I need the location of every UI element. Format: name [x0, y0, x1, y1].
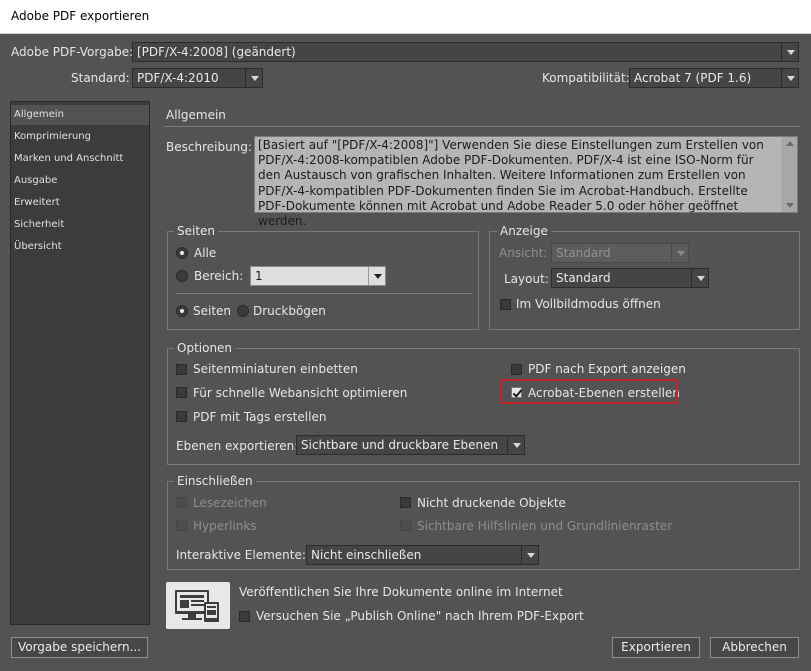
- layout-value: Standard: [556, 271, 611, 285]
- chevron-down-icon: [691, 269, 708, 287]
- chevron-down-icon: [245, 69, 262, 87]
- radio-page-range[interactable]: [176, 270, 188, 282]
- view-value: Standard: [556, 246, 611, 260]
- standard-select[interactable]: PDF/X-4:2010: [132, 68, 263, 88]
- description-box[interactable]: [Basiert auf "[PDF/X-4:2008]"] Verwenden…: [254, 136, 798, 228]
- publish-online-label: Versuchen Sie „Publish Online" nach Ihre…: [256, 609, 584, 623]
- guides-checkbox[interactable]: [400, 520, 411, 531]
- radio-all-pages[interactable]: [176, 247, 188, 259]
- range-input[interactable]: 1: [250, 266, 386, 286]
- options-group-title: Optionen: [174, 341, 236, 355]
- bookmarks-label: Lesezeichen: [193, 496, 267, 510]
- spreads-label: Druckbögen: [253, 304, 326, 318]
- sidebar-item-erweitert[interactable]: Erweitert: [11, 193, 149, 213]
- interactive-value: Nicht einschließen: [311, 548, 422, 562]
- standard-label: Standard:: [71, 71, 130, 85]
- bookmarks-checkbox[interactable]: [176, 497, 187, 508]
- chevron-down-icon: [507, 436, 524, 454]
- description-label: Beschreibung:: [166, 140, 252, 154]
- pages-group-title: Seiten: [174, 224, 219, 238]
- preset-value: [PDF/X-4:2008] (geändert): [137, 45, 296, 59]
- layout-select[interactable]: Standard: [551, 268, 709, 288]
- interactive-select[interactable]: Nicht einschließen: [306, 545, 539, 565]
- view-after-export-checkbox[interactable]: [511, 364, 522, 375]
- description-scrollbar[interactable]: [782, 137, 797, 212]
- fastweb-checkbox[interactable]: [176, 387, 187, 398]
- section-title: Allgemein: [166, 108, 226, 122]
- fastweb-label: Für schnelle Webansicht optimieren: [193, 386, 408, 400]
- guides-label: Sichtbare Hilfslinien und Grundlinienras…: [417, 519, 673, 533]
- fullscreen-label: Im Vollbildmodus öffnen: [516, 297, 661, 311]
- standard-value: PDF/X-4:2010: [137, 71, 219, 85]
- scroll-up-icon: [786, 141, 794, 146]
- chevron-down-icon: [521, 546, 538, 564]
- compat-value: Acrobat 7 (PDF 1.6): [634, 71, 752, 85]
- nonprinting-label: Nicht druckende Objekte: [417, 496, 566, 510]
- publish-online-checkbox[interactable]: [239, 611, 250, 622]
- pages-divider: [176, 293, 473, 294]
- export-button[interactable]: Exportieren: [612, 637, 700, 658]
- window-title: Adobe PDF exportieren: [11, 9, 150, 23]
- fullscreen-checkbox[interactable]: [500, 299, 511, 310]
- sidebar-item-sicherheit[interactable]: Sicherheit: [11, 215, 149, 235]
- export-layers-select[interactable]: Sichtbare und druckbare Ebenen: [296, 435, 525, 455]
- preset-select[interactable]: [PDF/X-4:2008] (geändert): [132, 42, 799, 62]
- thumbnails-label: Seitenminiaturen einbetten: [193, 362, 358, 376]
- tagged-pdf-label: PDF mit Tags erstellen: [193, 410, 327, 424]
- save-preset-button[interactable]: Vorgabe speichern...: [11, 637, 148, 658]
- range-value: 1: [255, 269, 263, 283]
- title-bar: Adobe PDF exportieren: [0, 0, 811, 34]
- radio-spreads[interactable]: [237, 305, 249, 317]
- thumbnails-checkbox[interactable]: [176, 364, 187, 375]
- publish-online-icon: [166, 582, 230, 629]
- view-select[interactable]: Standard: [551, 243, 689, 263]
- hyperlinks-label: Hyperlinks: [193, 519, 257, 533]
- chevron-down-icon: [671, 244, 688, 262]
- include-group-title: Einschließen: [174, 474, 256, 488]
- highlight-frame: [500, 379, 678, 404]
- sidebar-item-allgemein[interactable]: Allgemein: [11, 105, 149, 125]
- compat-select[interactable]: Acrobat 7 (PDF 1.6): [629, 68, 799, 88]
- sidebar-item-komprimierung[interactable]: Komprimierung: [11, 127, 149, 147]
- devices-icon: [175, 590, 219, 622]
- pages-label: Seiten: [193, 304, 232, 318]
- chevron-down-icon: [781, 69, 798, 87]
- compat-label: Kompatibilität:: [542, 71, 630, 85]
- sidebar-item-uebersicht[interactable]: Übersicht: [11, 237, 149, 257]
- chevron-down-icon: [368, 267, 385, 285]
- preset-label: Adobe PDF-Vorgabe:: [11, 45, 134, 59]
- scroll-down-icon: [786, 203, 794, 208]
- sidebar-item-marken-und-anschnitt[interactable]: Marken und Anschnitt: [11, 149, 149, 169]
- nonprinting-checkbox[interactable]: [400, 497, 411, 508]
- chevron-down-icon: [781, 43, 798, 61]
- section-divider: [164, 126, 800, 127]
- sidebar: Allgemein Komprimierung Marken und Ansch…: [10, 101, 150, 625]
- view-group-title: Anzeige: [497, 224, 551, 238]
- range-label: Bereich:: [194, 269, 244, 283]
- view-label: Ansicht:: [499, 246, 548, 260]
- sidebar-item-ausgabe[interactable]: Ausgabe: [11, 171, 149, 191]
- radio-pages[interactable]: [176, 305, 188, 317]
- export-layers-label: Ebenen exportieren:: [176, 439, 299, 453]
- hyperlinks-checkbox[interactable]: [176, 520, 187, 531]
- publish-headline: Veröffentlichen Sie Ihre Dokumente onlin…: [239, 585, 563, 599]
- view-after-export-label: PDF nach Export anzeigen: [528, 362, 686, 376]
- all-pages-label: Alle: [194, 246, 217, 260]
- export-layers-value: Sichtbare und druckbare Ebenen: [301, 438, 499, 452]
- layout-label: Layout:: [504, 272, 549, 286]
- tagged-pdf-checkbox[interactable]: [176, 411, 187, 422]
- description-text: [Basiert auf "[PDF/X-4:2008]"] Verwenden…: [258, 138, 764, 229]
- interactive-label: Interaktive Elemente:: [176, 548, 306, 562]
- cancel-button[interactable]: Abbrechen: [710, 637, 799, 658]
